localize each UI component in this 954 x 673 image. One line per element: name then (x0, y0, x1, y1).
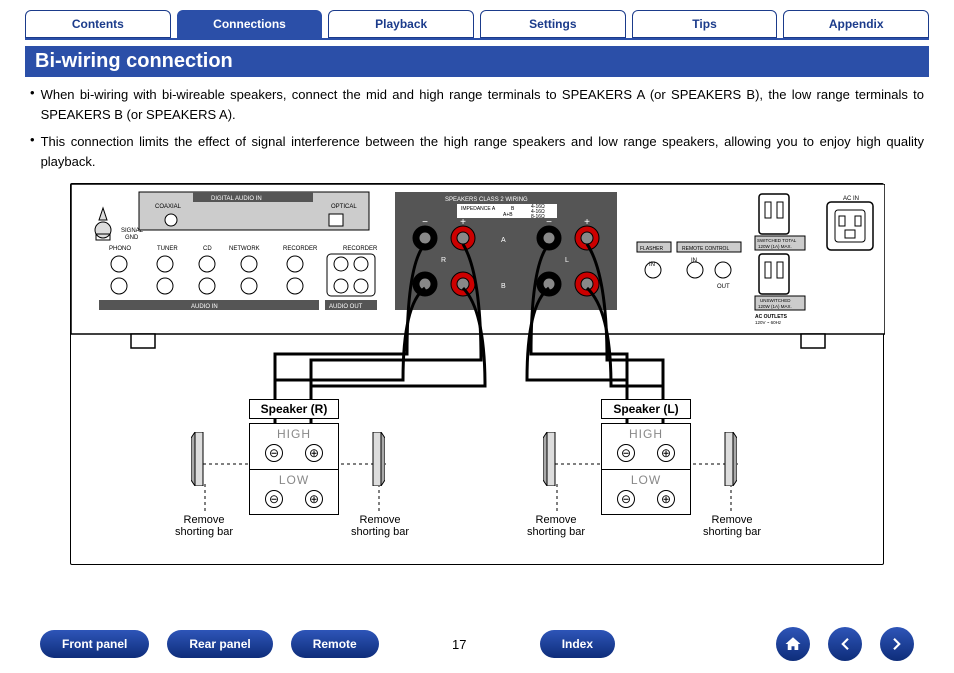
shorting-caption: Removeshorting bar (169, 514, 239, 538)
front-panel-button[interactable]: Front panel (40, 630, 149, 658)
paragraph-1: When bi-wiring with bi-wireable speakers… (41, 85, 924, 124)
svg-text:8-16Ω: 8-16Ω (531, 214, 545, 220)
home-button[interactable] (776, 627, 810, 661)
svg-text:COAXIAL: COAXIAL (155, 204, 182, 210)
speaker-right: Speaker (R) HIGH ⊖ ⊕ LOW ⊖ ⊕ (249, 399, 339, 515)
svg-text:RECORDER: RECORDER (283, 246, 318, 252)
svg-text:SWITCHED TOTAL: SWITCHED TOTAL (757, 238, 797, 243)
rear-panel-button[interactable]: Rear panel (167, 630, 272, 658)
shorting-caption: Removeshorting bar (345, 514, 415, 538)
wiring-diagram: SIGNAL GND DIGITAL AUDIO IN COAXIAL OPTI… (70, 183, 884, 565)
back-button[interactable] (828, 627, 862, 661)
svg-text:+: + (460, 217, 466, 228)
terminal-plus-icon: ⊕ (657, 444, 675, 462)
svg-text:B: B (501, 283, 506, 290)
shorting-caption: Removeshorting bar (521, 514, 591, 538)
svg-text:+: + (584, 217, 590, 228)
paragraph-2: This connection limits the effect of sig… (41, 132, 924, 171)
svg-text:DIGITAL AUDIO IN: DIGITAL AUDIO IN (211, 196, 262, 202)
terminal-minus-icon: ⊖ (265, 490, 283, 508)
svg-text:SPEAKERS CLASS 2 WIRING: SPEAKERS CLASS 2 WIRING (445, 197, 528, 203)
rear-panel-drawing: SIGNAL GND DIGITAL AUDIO IN COAXIAL OPTI… (71, 184, 885, 564)
svg-text:CD: CD (203, 246, 212, 252)
svg-text:−: − (422, 217, 428, 228)
shorting-caption: Removeshorting bar (697, 514, 767, 538)
svg-text:120W (1A) MAX.: 120W (1A) MAX. (758, 304, 792, 309)
speaker-left-label: Speaker (L) (601, 399, 691, 419)
svg-text:PHONO: PHONO (109, 246, 131, 252)
svg-text:IN: IN (649, 262, 655, 268)
svg-text:AC IN: AC IN (843, 196, 859, 202)
svg-text:GND: GND (125, 235, 139, 241)
svg-text:REMOTE CONTROL: REMOTE CONTROL (682, 246, 729, 252)
home-icon (784, 635, 802, 653)
speaker-left: Speaker (L) HIGH ⊖ ⊕ LOW ⊖ ⊕ (601, 399, 691, 515)
speaker-high-label: HIGH (250, 424, 338, 441)
svg-text:AUDIO IN: AUDIO IN (191, 304, 218, 310)
footer: Front panel Rear panel Remote 17 Index (0, 627, 954, 661)
svg-text:A+B: A+B (503, 212, 513, 218)
tab-tips[interactable]: Tips (632, 10, 778, 38)
terminal-plus-icon: ⊕ (305, 490, 323, 508)
tab-playback[interactable]: Playback (328, 10, 474, 38)
arrow-left-icon (836, 635, 854, 653)
terminal-minus-icon: ⊖ (265, 444, 283, 462)
shorting-bar-icon (723, 432, 737, 486)
forward-button[interactable] (880, 627, 914, 661)
speaker-right-label: Speaker (R) (249, 399, 339, 419)
shorting-bar-icon (371, 432, 385, 486)
page-number: 17 (397, 637, 522, 652)
svg-text:TUNER: TUNER (157, 246, 178, 252)
index-button[interactable]: Index (540, 630, 615, 658)
svg-text:NETWORK: NETWORK (229, 246, 260, 252)
speaker-low-label: LOW (250, 470, 338, 487)
body-text: •When bi-wiring with bi-wireable speaker… (30, 83, 924, 177)
tab-underline (25, 38, 929, 40)
terminal-plus-icon: ⊕ (657, 490, 675, 508)
terminal-minus-icon: ⊖ (617, 444, 635, 462)
svg-text:−: − (546, 217, 552, 228)
svg-text:AUDIO OUT: AUDIO OUT (329, 304, 363, 310)
svg-text:UNSWITCHED: UNSWITCHED (760, 298, 791, 303)
arrow-right-icon (888, 635, 906, 653)
svg-text:120W (1A) MAX.: 120W (1A) MAX. (758, 244, 792, 249)
tab-appendix[interactable]: Appendix (783, 10, 929, 38)
svg-text:RECORDER: RECORDER (343, 246, 378, 252)
svg-text:120V ~ 60Hz: 120V ~ 60Hz (755, 320, 782, 325)
tab-settings[interactable]: Settings (480, 10, 626, 38)
svg-text:OPTICAL: OPTICAL (331, 204, 357, 210)
tab-contents[interactable]: Contents (25, 10, 171, 38)
tab-connections[interactable]: Connections (177, 10, 323, 38)
terminal-minus-icon: ⊖ (617, 490, 635, 508)
svg-text:A: A (501, 237, 506, 244)
speaker-high-label: HIGH (602, 424, 690, 441)
shorting-bar-icon (543, 432, 557, 486)
speaker-low-label: LOW (602, 470, 690, 487)
svg-text:L: L (565, 257, 569, 264)
svg-text:R: R (441, 257, 446, 264)
section-title: Bi-wiring connection (25, 46, 929, 77)
svg-text:IMPEDANCE A: IMPEDANCE A (461, 206, 496, 212)
svg-text:OUT: OUT (717, 284, 730, 290)
shorting-bar-icon (191, 432, 205, 486)
top-tabs: Contents Connections Playback Settings T… (0, 10, 954, 38)
remote-button[interactable]: Remote (291, 630, 379, 658)
svg-text:IN: IN (691, 258, 697, 264)
terminal-plus-icon: ⊕ (305, 444, 323, 462)
svg-text:FLASHER: FLASHER (640, 246, 663, 252)
